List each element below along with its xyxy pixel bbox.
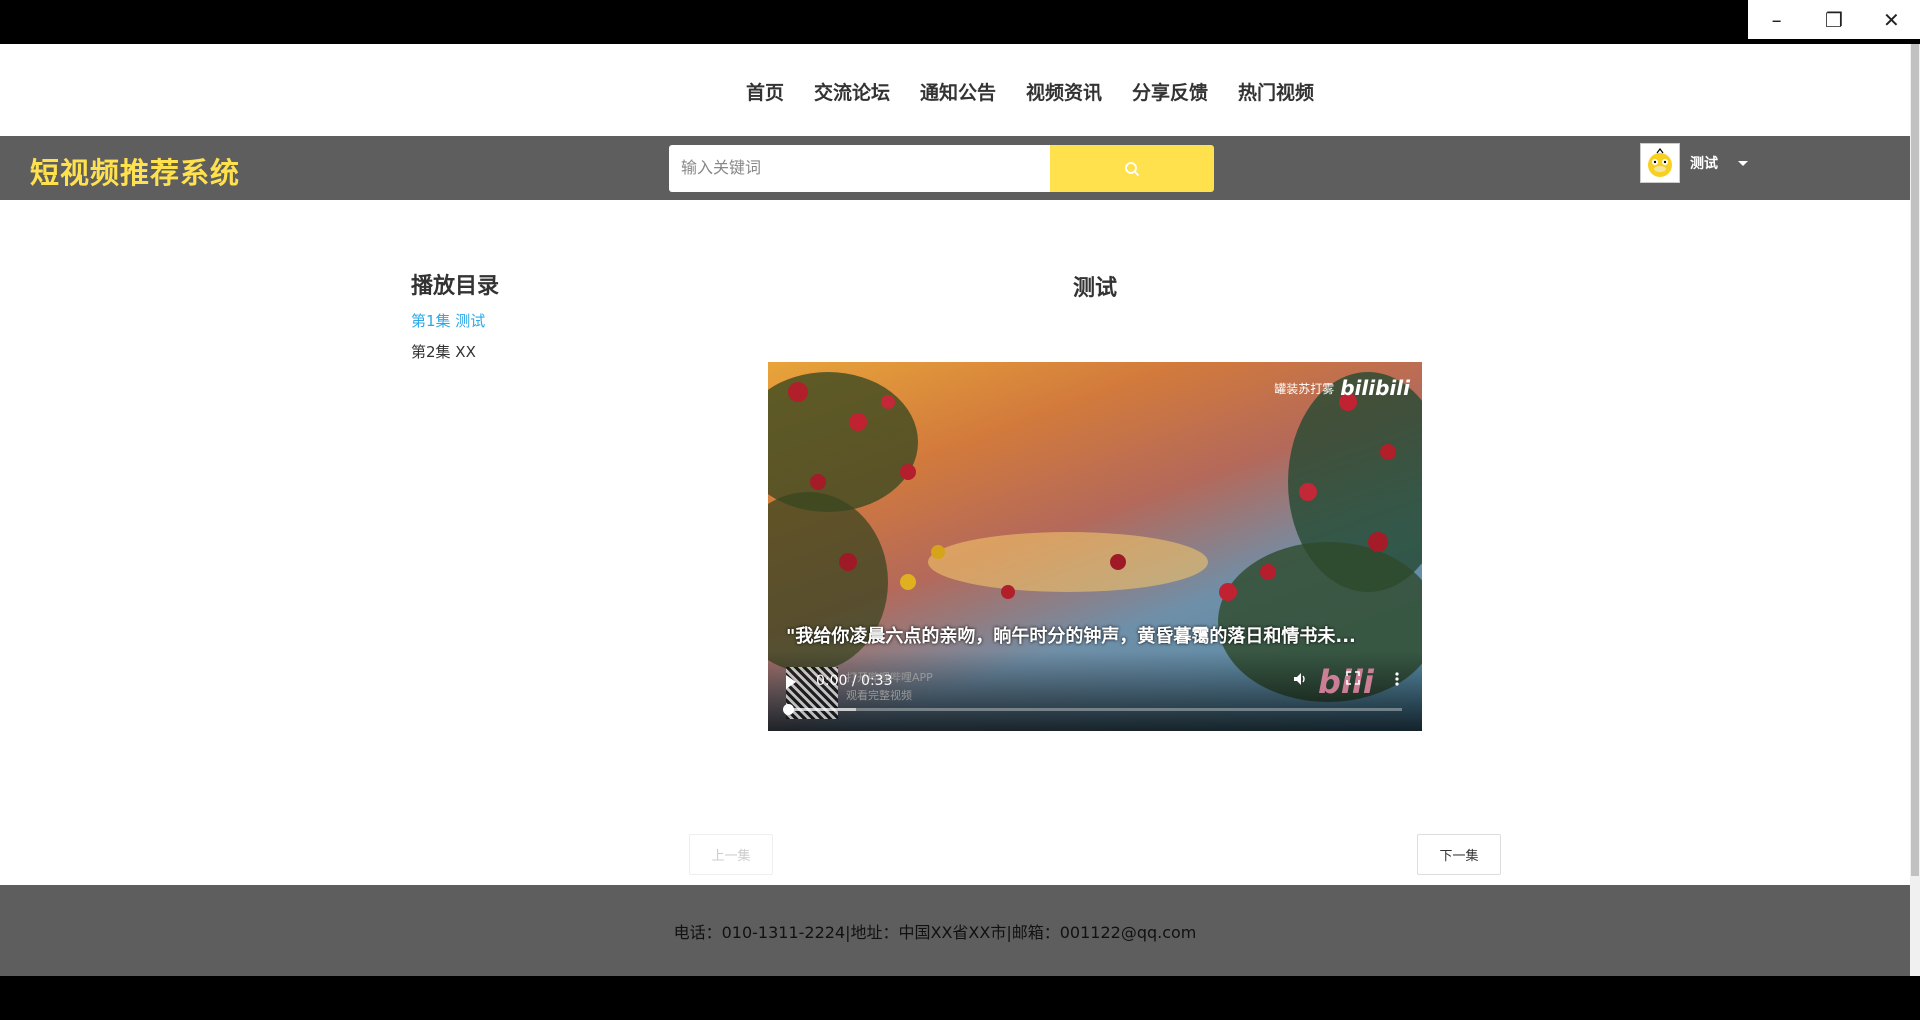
- page: 首页 交流论坛 通知公告 视频资讯 分享反馈 热门视频 短视频推荐系统 输入关键…: [0, 44, 1910, 976]
- prev-episode-button[interactable]: 上一集: [689, 834, 773, 875]
- avatar[interactable]: [1640, 143, 1680, 183]
- nav-item-hot-videos[interactable]: 热门视频: [1238, 78, 1314, 105]
- minimize-icon[interactable]: –: [1748, 0, 1805, 39]
- top-nav: 首页 交流论坛 通知公告 视频资讯 分享反馈 热门视频: [0, 44, 1910, 136]
- next-episode-button[interactable]: 下一集: [1417, 834, 1501, 875]
- chevron-down-icon[interactable]: [1738, 160, 1748, 166]
- video-progress-bar[interactable]: [783, 704, 1402, 715]
- site-brand[interactable]: 短视频推荐系统: [30, 150, 240, 192]
- qr-hint-line2: 观看完整视频: [846, 689, 912, 702]
- scrollbar-thumb[interactable]: [1911, 44, 1919, 876]
- fullscreen-icon[interactable]: [1346, 671, 1360, 685]
- username[interactable]: 测试: [1690, 153, 1718, 173]
- search-bar: [669, 145, 1214, 192]
- video-title: 测试: [1072, 276, 1117, 301]
- nav-item-feedback[interactable]: 分享反馈: [1132, 78, 1208, 105]
- playlist-episode-2[interactable]: 第2集 XX: [411, 341, 499, 362]
- footer: 电话：010-1311-2224|地址：中国XX省XX市|邮箱：001122@q…: [0, 885, 1910, 976]
- search-icon: [1125, 161, 1140, 176]
- scrollbar[interactable]: [1910, 44, 1920, 976]
- header-bar: 短视频推荐系统 测试: [0, 136, 1910, 200]
- close-icon[interactable]: ✕: [1863, 0, 1920, 39]
- search-button[interactable]: [1050, 145, 1214, 192]
- watermark-text: 罐装苏打雾: [1274, 381, 1335, 396]
- video-progress-knob[interactable]: [783, 704, 794, 715]
- more-options-icon[interactable]: [1394, 671, 1400, 687]
- nav-item-notice[interactable]: 通知公告: [920, 78, 996, 105]
- volume-icon[interactable]: [1292, 671, 1308, 687]
- nav-item-forum[interactable]: 交流论坛: [814, 78, 890, 105]
- video-player[interactable]: 罐装苏打雾 bilibili "我给你凌晨六点的亲吻，晌午时分的钟声，黄昏暮霭的…: [768, 362, 1422, 731]
- bottom-bar: [0, 976, 1920, 1020]
- video-watermark: 罐装苏打雾 bilibili: [1274, 376, 1410, 400]
- duck-avatar-icon: [1648, 148, 1672, 177]
- video-controls: 打开哔哩哔哩APP 观看完整视频 0:00 / 0:33 bili: [768, 651, 1422, 731]
- nav-item-video-news[interactable]: 视频资讯: [1026, 78, 1102, 105]
- top-nav-items: 首页 交流论坛 通知公告 视频资讯 分享反馈 热门视频: [618, 78, 1314, 105]
- video-subtitle: "我给你凌晨六点的亲吻，晌午时分的钟声，黄昏暮霭的落日和情书未...: [786, 626, 1356, 647]
- video-time: 0:00 / 0:33: [816, 673, 893, 689]
- search-input[interactable]: [669, 145, 1050, 192]
- playlist-title: 播放目录: [411, 274, 500, 299]
- user-menu[interactable]: 测试: [1640, 143, 1748, 183]
- bilibili-logo: bilibili: [1340, 376, 1410, 400]
- video-progress-buffer: [788, 708, 856, 711]
- window-controls: – ❐ ✕: [1748, 0, 1920, 39]
- window-titlebar: – ❐ ✕: [0, 0, 1920, 44]
- playlist-episode-1[interactable]: 第1集 测试: [411, 310, 499, 331]
- play-icon[interactable]: [786, 675, 796, 689]
- nav-item-home[interactable]: 首页: [618, 78, 784, 105]
- playlist-sidebar: 播放目录 第1集 测试 第2集 XX: [411, 268, 499, 372]
- restore-icon[interactable]: ❐: [1805, 0, 1862, 39]
- footer-contact: 电话：010-1311-2224|地址：中国XX省XX市|邮箱：001122@q…: [673, 922, 1197, 942]
